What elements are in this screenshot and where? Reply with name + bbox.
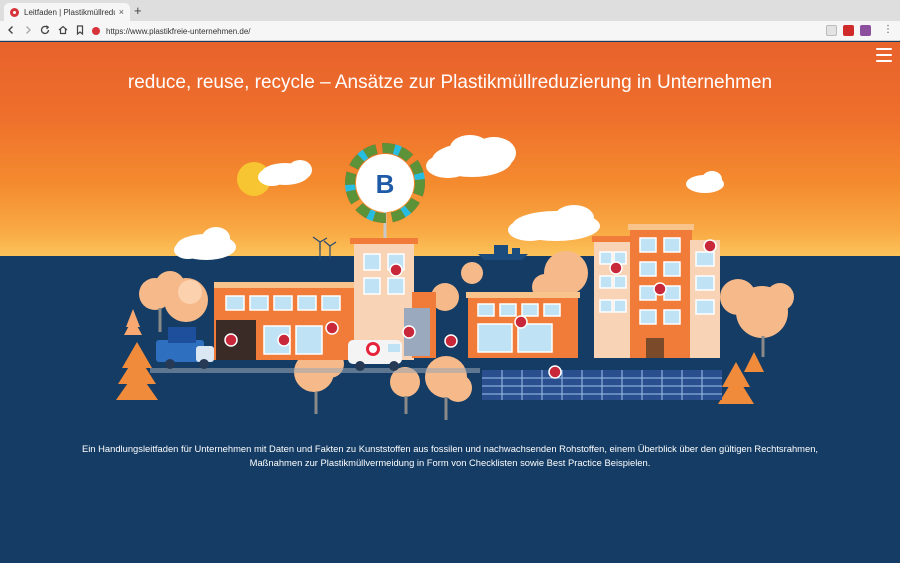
hero-section: B reduce, reuse, recycle – Ansätze zur P…: [0, 42, 900, 563]
solar-panel-field: [482, 370, 722, 400]
back-icon[interactable]: [4, 23, 18, 37]
site-favicon-icon: [92, 27, 100, 35]
share-extension-icon[interactable]: [826, 25, 837, 36]
van-icon: [348, 340, 402, 371]
ship-icon: [478, 245, 528, 260]
building-left: [214, 282, 356, 360]
hotspot-marker-icon[interactable]: [402, 325, 416, 339]
reload-icon[interactable]: [38, 23, 52, 37]
tab-favicon-icon: [10, 7, 19, 17]
hotspot-marker-icon[interactable]: [548, 365, 562, 379]
intro-text: Ein Handlungsleitfaden für Unternehmen m…: [81, 443, 819, 468]
sdg-wheel-logo: B: [345, 143, 425, 242]
hotspot-marker-icon[interactable]: [609, 261, 623, 275]
city-illustration: B: [116, 135, 794, 420]
browser-toolbar: https://www.plastikfreie-unternehmen.de/…: [0, 21, 900, 41]
browser-tab[interactable]: Leitfaden | Plastikmüllreduzierun ×: [4, 3, 130, 21]
cloud-icon: [258, 160, 312, 186]
new-tab-button[interactable]: +: [134, 4, 142, 17]
hotspot-marker-icon[interactable]: [325, 321, 339, 335]
url-text: https://www.plastikfreie-unternehmen.de/: [106, 26, 251, 36]
home-icon[interactable]: [56, 23, 70, 37]
truck-icon: [156, 327, 214, 369]
browser-menu-icon[interactable]: ⋮: [881, 23, 895, 37]
hotspot-marker-icon[interactable]: [389, 263, 403, 277]
hotspot-marker-icon[interactable]: [277, 333, 291, 347]
tab-title: Leitfaden | Plastikmüllreduzierun: [24, 7, 115, 17]
wind-turbine-icon: [312, 236, 337, 259]
road: [150, 368, 480, 373]
hotspot-marker-icon[interactable]: [653, 282, 667, 296]
hotspot-marker-icon[interactable]: [444, 334, 458, 348]
tab-close-icon[interactable]: ×: [119, 7, 124, 17]
tab-bar: Leitfaden | Plastikmüllreduzierun × +: [0, 0, 900, 21]
hotspot-marker-icon[interactable]: [703, 239, 717, 253]
cloud-icon: [508, 205, 600, 241]
hotspot-marker-icon[interactable]: [514, 315, 528, 329]
cloud-icon: [426, 135, 516, 178]
cloud-icon: [686, 171, 724, 193]
page-title: reduce, reuse, recycle – Ansätze zur Pla…: [127, 72, 773, 93]
svg-text:B: B: [376, 169, 395, 199]
bookmark-icon[interactable]: [73, 23, 87, 37]
address-bar[interactable]: https://www.plastikfreie-unternehmen.de/: [92, 23, 822, 39]
hamburger-menu-icon[interactable]: [876, 48, 892, 62]
hotspot-marker-icon[interactable]: [224, 333, 238, 347]
cloud-icon: [174, 227, 236, 260]
pdf-extension-icon[interactable]: [843, 25, 854, 36]
forward-icon[interactable]: [21, 23, 35, 37]
eyedropper-extension-icon[interactable]: [860, 25, 871, 36]
